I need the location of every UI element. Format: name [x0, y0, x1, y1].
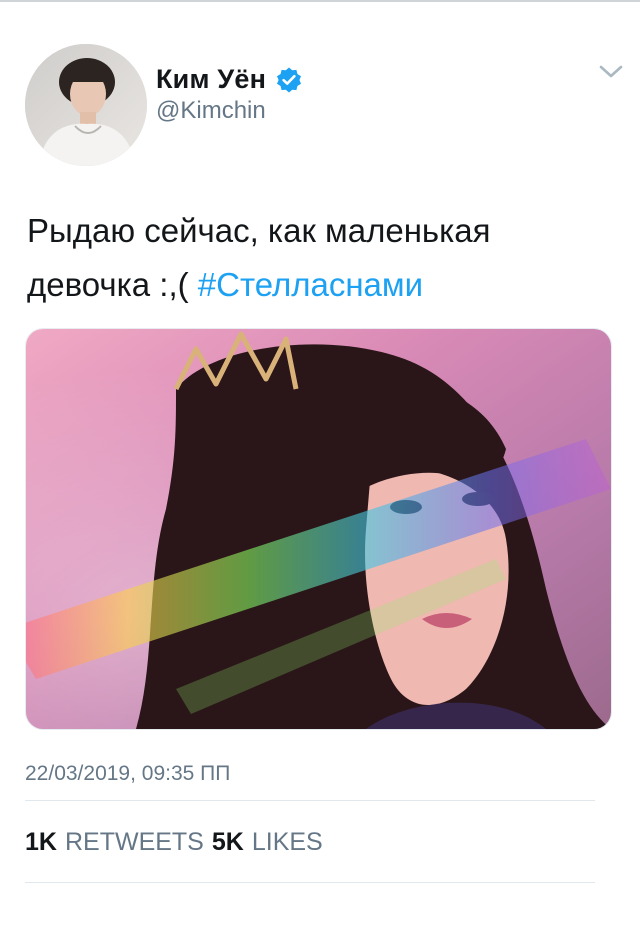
likes-label: LIKES: [251, 828, 323, 856]
tweet-stats: 1K RETWEETS 5K LIKES: [25, 828, 323, 857]
display-name-text: Ким Уён: [156, 64, 267, 94]
retweets-count: 1K: [25, 828, 57, 856]
top-border: [0, 0, 640, 2]
verified-badge-icon: [275, 66, 303, 94]
user-handle[interactable]: @Kimchin: [156, 97, 266, 125]
chevron-down-icon[interactable]: [598, 62, 624, 82]
tweet-text: Рыдаю сейчас, как маленькая девочка :,( …: [27, 204, 617, 312]
retweets-stat[interactable]: 1K RETWEETS: [25, 828, 204, 857]
likes-stat[interactable]: 5K LIKES: [212, 828, 323, 857]
hashtag-link[interactable]: #Стелласнами: [198, 266, 423, 303]
likes-count: 5K: [211, 828, 244, 856]
retweets-label: RETWEETS: [64, 828, 204, 856]
tweet-timestamp[interactable]: 22/03/2019, 09:35 ПП: [25, 762, 230, 786]
divider: [25, 882, 595, 883]
tweet-image[interactable]: [25, 328, 612, 730]
user-display-name[interactable]: Ким Уён: [156, 64, 303, 95]
avatar[interactable]: [25, 44, 147, 166]
divider: [25, 800, 595, 801]
